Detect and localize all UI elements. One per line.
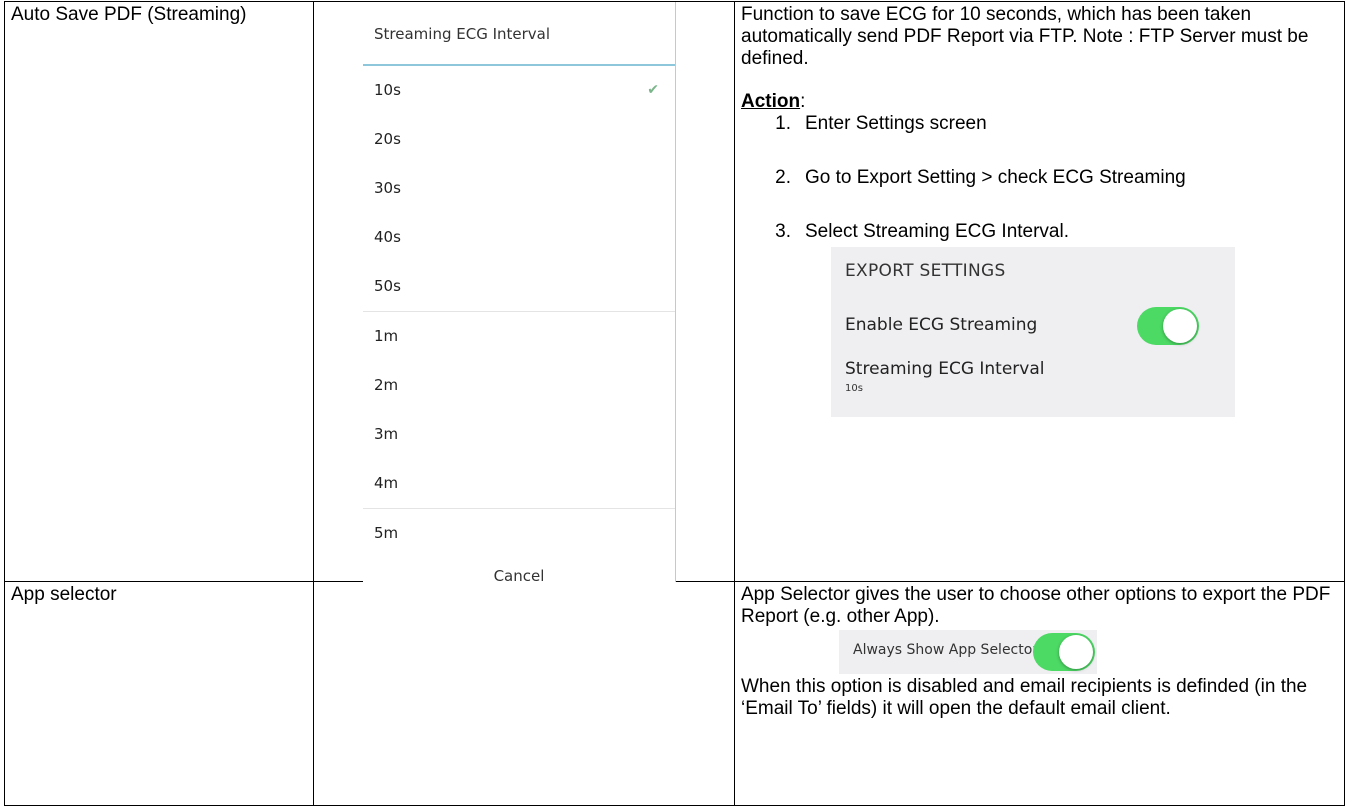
picker-option-label: 50s <box>374 277 401 295</box>
step-text: Select Streaming ECG Interval. <box>805 221 1069 242</box>
interval-setting-value: 10s <box>845 383 863 394</box>
picker-option[interactable]: 50s <box>363 262 675 311</box>
enable-streaming-label: Enable ECG Streaming <box>845 315 1038 335</box>
picker-option[interactable]: 10s ✔ <box>363 66 675 115</box>
app-selector-toggle[interactable] <box>1033 633 1095 671</box>
checkmark-icon: ✔ <box>647 82 659 98</box>
step-number: 2. <box>775 167 791 188</box>
picker-option[interactable]: 1m <box>363 311 675 361</box>
description-cell: Function to save ECG for 10 seconds, whi… <box>734 1 1345 582</box>
picker-option[interactable]: 5m <box>363 508 675 558</box>
picker-option[interactable]: 40s <box>363 213 675 262</box>
picker-option-label: 1m <box>374 327 399 345</box>
picker-title: Streaming ECG Interval <box>363 2 675 66</box>
description-text: App Selector gives the user to choose ot… <box>741 584 1331 627</box>
step-number: 3. <box>775 221 791 242</box>
list-item: 2. Go to Export Setting > check ECG Stre… <box>735 167 1344 189</box>
action-colon: : <box>800 91 806 112</box>
step-text: Go to Export Setting > check ECG Streami… <box>805 167 1186 188</box>
cancel-button[interactable]: Cancel <box>363 558 675 598</box>
step-number: 1. <box>775 113 791 134</box>
description-cell: App Selector gives the user to choose ot… <box>734 581 1345 806</box>
enable-streaming-toggle[interactable] <box>1137 307 1199 345</box>
feature-table: Auto Save PDF (Streaming) Streaming ECG … <box>4 1 1345 806</box>
picker-option-label: 10s <box>374 81 401 99</box>
action-heading: Action <box>741 91 801 112</box>
table-row: Auto Save PDF (Streaming) Streaming ECG … <box>4 1 1345 585</box>
interval-setting-label[interactable]: Streaming ECG Interval <box>845 359 1045 379</box>
screenshot-cell <box>313 581 735 806</box>
picker-option-label: 4m <box>374 474 399 492</box>
export-settings-panel: EXPORT SETTINGS Enable ECG Streaming Str… <box>831 247 1235 417</box>
action-steps: 1. Enter Settings screen 2. Go to Export… <box>735 113 1344 243</box>
step-text: Enter Settings screen <box>805 113 987 134</box>
picker-option-label: 40s <box>374 228 401 246</box>
app-selector-label: Always Show App Selector <box>853 642 1039 658</box>
picker-option[interactable]: 4m <box>363 459 675 508</box>
description-text: Function to save ECG for 10 seconds, whi… <box>741 4 1309 69</box>
feature-name: Auto Save PDF (Streaming) <box>11 4 247 25</box>
picker-option-label: 30s <box>374 179 401 197</box>
screenshot-cell: Streaming ECG Interval 10s ✔ 20s 30s 40s… <box>313 1 735 585</box>
feature-cell: Auto Save PDF (Streaming) <box>4 1 314 582</box>
feature-name: App selector <box>11 584 117 605</box>
picker-option[interactable]: 30s <box>363 164 675 213</box>
description-text-2: When this option is disabled and email r… <box>741 676 1308 719</box>
picker-option-label: 5m <box>374 524 399 542</box>
table-row: App selector App Selector gives the user… <box>4 581 1345 806</box>
picker-option[interactable]: 20s <box>363 115 675 164</box>
feature-cell: App selector <box>4 581 314 806</box>
picker-option-label: 3m <box>374 425 399 443</box>
picker-option-label: 20s <box>374 130 401 148</box>
picker-option-label: 2m <box>374 376 399 394</box>
picker-option[interactable]: 3m <box>363 410 675 459</box>
list-item: 3. Select Streaming ECG Interval. <box>735 221 1344 243</box>
export-settings-heading: EXPORT SETTINGS <box>845 261 1006 281</box>
app-selector-panel: Always Show App Selector <box>839 630 1097 674</box>
picker-option[interactable]: 2m <box>363 361 675 410</box>
list-item: 1. Enter Settings screen <box>735 113 1344 135</box>
interval-picker: Streaming ECG Interval 10s ✔ 20s 30s 40s… <box>363 2 676 585</box>
